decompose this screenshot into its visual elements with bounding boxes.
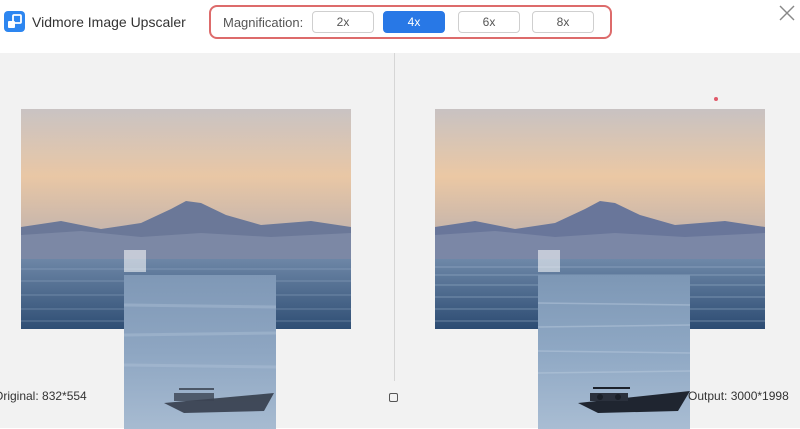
close-icon[interactable] (776, 2, 798, 24)
preview-divider[interactable] (394, 53, 395, 381)
header-bar: Vidmore Image Upscaler Magnification: 2x… (0, 0, 800, 52)
zoom-selection-box-left[interactable] (124, 250, 146, 272)
app-logo-icon (4, 11, 25, 32)
magnification-label: Magnification: (223, 15, 304, 30)
preview-area: Original: 832*554 Output: 3000*1998 (0, 53, 800, 429)
output-size-label: Output: 3000*1998 (688, 389, 789, 403)
original-size-label: Original: 832*554 (0, 389, 87, 403)
magnification-6x-button[interactable]: 6x (458, 11, 520, 33)
app-title: Vidmore Image Upscaler (32, 14, 186, 30)
magnification-8x-button[interactable]: 8x (532, 11, 594, 33)
preview-status-bar: Original: 832*554 Output: 3000*1998 (0, 382, 800, 428)
cursor-marker (714, 97, 718, 101)
magnification-group: Magnification: 2x 4x 6x 8x (209, 5, 612, 39)
zoom-selection-box-right[interactable] (538, 250, 560, 272)
compare-square-icon[interactable] (389, 393, 398, 402)
magnification-2x-button[interactable]: 2x (312, 11, 374, 33)
magnification-4x-button[interactable]: 4x (383, 11, 445, 33)
